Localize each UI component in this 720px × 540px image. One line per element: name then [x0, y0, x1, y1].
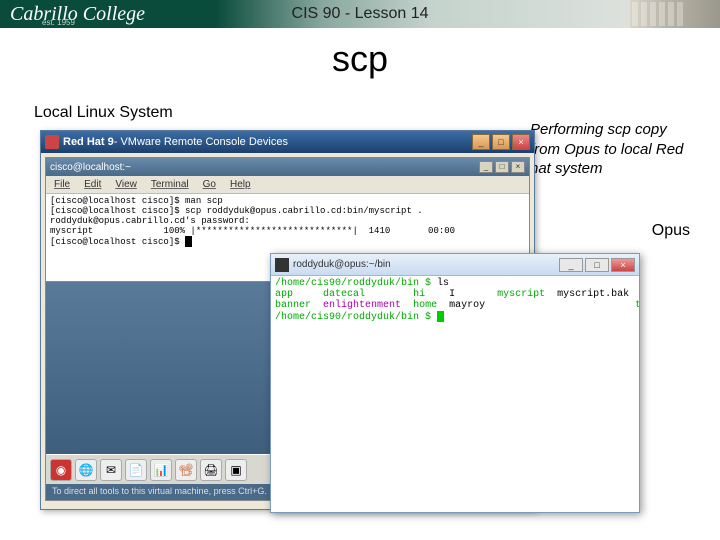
taskbar-calc-icon[interactable]: 📊	[150, 459, 172, 481]
menu-file[interactable]: File	[54, 179, 70, 190]
file: I	[449, 289, 455, 300]
file: enlightenment	[323, 300, 401, 311]
term-close-button[interactable]: ×	[511, 161, 525, 173]
opus-prompt2: /home/cis90/roddyduk/bin $	[275, 312, 437, 323]
local-system-label: Local Linux System	[34, 104, 173, 122]
opus-minimize-button[interactable]: _	[559, 258, 583, 272]
menu-go[interactable]: Go	[203, 179, 216, 190]
taskbar-print-icon[interactable]: 🖨	[200, 459, 222, 481]
established-text: est. 1959	[42, 18, 75, 27]
terminal-menubar[interactable]: File Edit View Terminal Go Help	[46, 176, 529, 194]
maximize-button[interactable]: □	[492, 134, 510, 150]
terminal-title: cisco@localhost:~	[50, 162, 131, 173]
opus-prompt: /home/cis90/roddyduk/bin $	[275, 278, 437, 289]
taskbar-redhat-icon[interactable]: ◉	[50, 459, 72, 481]
term-maximize-button[interactable]: □	[495, 161, 509, 173]
menu-view[interactable]: View	[115, 179, 137, 190]
opus-terminal[interactable]: /home/cis90/roddyduk/bin $ ls app dateca…	[271, 276, 639, 512]
opus-close-button[interactable]: ×	[611, 258, 635, 272]
terminal-titlebar[interactable]: cisco@localhost:~ _ □ ×	[46, 158, 529, 176]
term-minimize-button[interactable]: _	[479, 161, 493, 173]
close-button[interactable]: ×	[512, 134, 530, 150]
taskbar-globe-icon[interactable]: 🌐	[75, 459, 97, 481]
term-line: [cisco@localhost cisco]$ scp roddyduk@op…	[50, 206, 423, 216]
file: myscript	[497, 289, 545, 300]
term-line: [cisco@localhost cisco]$	[50, 237, 185, 247]
file: myscript.bak	[557, 289, 629, 300]
file: mayroy	[449, 300, 485, 311]
file: tryme	[635, 300, 639, 311]
opus-titlebar[interactable]: roddyduk@opus:~/bin _ □ ×	[271, 254, 639, 276]
opus-window[interactable]: roddyduk@opus:~/bin _ □ × /home/cis90/ro…	[270, 253, 640, 513]
cursor-icon	[437, 311, 444, 322]
menu-edit[interactable]: Edit	[84, 179, 101, 190]
term-line: myscript 100% |*************************…	[50, 226, 455, 236]
menu-help[interactable]: Help	[230, 179, 251, 190]
vmware-title-prefix: Red Hat 9	[63, 136, 114, 148]
file: home	[413, 300, 437, 311]
banner-photo	[630, 0, 720, 28]
minimize-button[interactable]: _	[472, 134, 490, 150]
cursor-icon	[185, 236, 192, 247]
opus-label: Opus	[652, 222, 690, 240]
term-line: roddyduk@opus.cabrillo.cd's password:	[50, 216, 250, 226]
course-title: CIS 90 - Lesson 14	[292, 5, 429, 23]
taskbar-terminal-icon[interactable]: ▣	[225, 459, 247, 481]
taskbar-impress-icon[interactable]: 📽	[175, 459, 197, 481]
vmware-titlebar[interactable]: Red Hat 9 - VMware Remote Console Device…	[41, 131, 534, 153]
header-banner: Cabrillo College est. 1959 CIS 90 - Less…	[0, 0, 720, 28]
scp-caption: Performing scp copy from Opus to local R…	[530, 120, 700, 179]
opus-maximize-button[interactable]: □	[585, 258, 609, 272]
opus-cmd: ls	[437, 278, 449, 289]
file: banner	[275, 300, 311, 311]
term-line: [cisco@localhost cisco]$ man scp	[50, 196, 223, 206]
taskbar-writer-icon[interactable]: 📄	[125, 459, 147, 481]
menu-terminal[interactable]: Terminal	[151, 179, 189, 190]
putty-icon	[275, 258, 289, 272]
vmware-title-suffix: - VMware Remote Console Devices	[114, 136, 288, 148]
file: datecal	[323, 289, 365, 300]
opus-title-text: roddyduk@opus:~/bin	[293, 259, 391, 270]
taskbar-mail-icon[interactable]: ✉	[100, 459, 122, 481]
redhat-icon	[45, 135, 59, 149]
page-title: scp	[0, 38, 720, 80]
file: app	[275, 289, 293, 300]
file: hi	[413, 289, 425, 300]
